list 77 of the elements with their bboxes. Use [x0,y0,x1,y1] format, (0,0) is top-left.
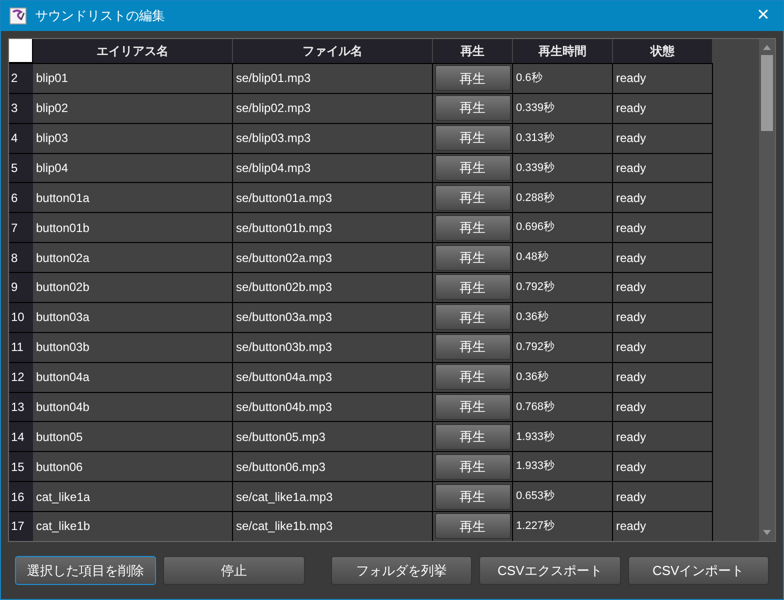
table-cell: 0.792秒 [513,332,613,362]
action-button[interactable]: 選択した項目を削除 [15,556,156,585]
close-button[interactable]: ✕ [751,4,775,28]
window-title: サウンドリストの編集 [35,7,166,26]
table-cell: se/button04b.mp3 [233,392,433,422]
row-number: 2 [9,64,33,93]
table-cell: se/button06.mp3 [233,452,433,482]
table-cell: se/button05.mp3 [233,422,433,452]
play-button[interactable]: 再生 [434,125,510,152]
play-button[interactable]: 再生 [434,484,510,510]
column-header: 再生 [433,39,513,63]
play-button[interactable]: 再生 [434,513,510,540]
row-number: 13 [9,392,33,422]
row-number: 9 [9,273,33,302]
table-cell: 0.48秒 [513,243,613,272]
action-button[interactable]: 停止 [163,556,305,585]
row-number: 12 [9,362,33,392]
row-number: 16 [9,482,33,512]
scroll-up-icon[interactable] [762,43,772,51]
table-cell: se/button03b.mp3 [233,332,433,362]
table-cell: 0.339秒 [513,94,613,123]
play-button[interactable]: 再生 [434,95,510,122]
play-button[interactable]: 再生 [434,304,510,330]
scroll-down-icon[interactable] [762,529,772,537]
play-button[interactable]: 再生 [434,334,510,360]
row-number: 3 [9,94,33,123]
play-button[interactable]: 再生 [434,364,510,390]
table-cell: se/blip03.mp3 [233,124,433,153]
row-number: 14 [9,422,33,452]
table-cell: se/blip02.mp3 [233,94,433,123]
row-number: 11 [9,332,33,362]
play-button[interactable]: 再生 [434,244,510,271]
table-cell: se/button01b.mp3 [233,213,433,242]
play-button[interactable]: 再生 [434,214,510,241]
table-cell: se/blip01.mp3 [233,64,433,93]
play-button[interactable]: 再生 [434,454,510,480]
table-cell: 0.288秒 [513,183,613,212]
table-cell: 0.36秒 [513,302,613,332]
action-button[interactable]: CSVエクスポート [479,556,621,585]
row-number: 6 [9,183,33,212]
table-cell: 0.339秒 [513,154,613,182]
table-cell: 0.36秒 [513,362,613,392]
action-button[interactable]: フォルダを列挙 [330,556,472,585]
row-number: 15 [9,452,33,482]
table-cell: 0.792秒 [513,273,613,302]
row-number: 17 [9,512,33,541]
action-button[interactable]: CSVインポート [628,556,770,585]
scroll-thumb[interactable] [761,55,773,131]
table-cell: se/blip04.mp3 [233,154,433,182]
play-button[interactable]: 再生 [434,154,510,181]
column-header: ファイル名 [233,39,433,63]
column-header: 再生時間 [513,39,613,63]
row-number: 7 [9,213,33,242]
play-button[interactable]: 再生 [434,394,510,420]
table-cell: se/cat_like1b.mp3 [233,512,433,541]
column-header: エイリアス名 [33,39,233,63]
play-button[interactable]: 再生 [434,274,510,300]
table-cell: 0.696秒 [513,213,613,242]
table-cell: se/button02a.mp3 [233,243,433,272]
table-cell: 0.653秒 [513,482,613,512]
table-cell: se/button02b.mp3 [233,273,433,302]
row-number: 5 [9,154,33,182]
play-button[interactable]: 再生 [434,424,510,450]
column-header: 状態 [613,39,713,63]
table-cell: 0.313秒 [513,124,613,153]
table-cell: se/button03a.mp3 [233,302,433,332]
table-cell: se/button01a.mp3 [233,183,433,212]
table-cell: 0.6秒 [513,64,613,93]
table-cell: se/button04a.mp3 [233,362,433,392]
app-icon [9,7,27,25]
table-cell: se/cat_like1a.mp3 [233,482,433,512]
row-number: 10 [9,302,33,332]
row-number: 8 [9,243,33,272]
play-button[interactable]: 再生 [434,184,510,211]
row-number: 4 [9,124,33,153]
play-button[interactable]: 再生 [434,65,510,92]
table-cell: 0.768秒 [513,392,613,422]
